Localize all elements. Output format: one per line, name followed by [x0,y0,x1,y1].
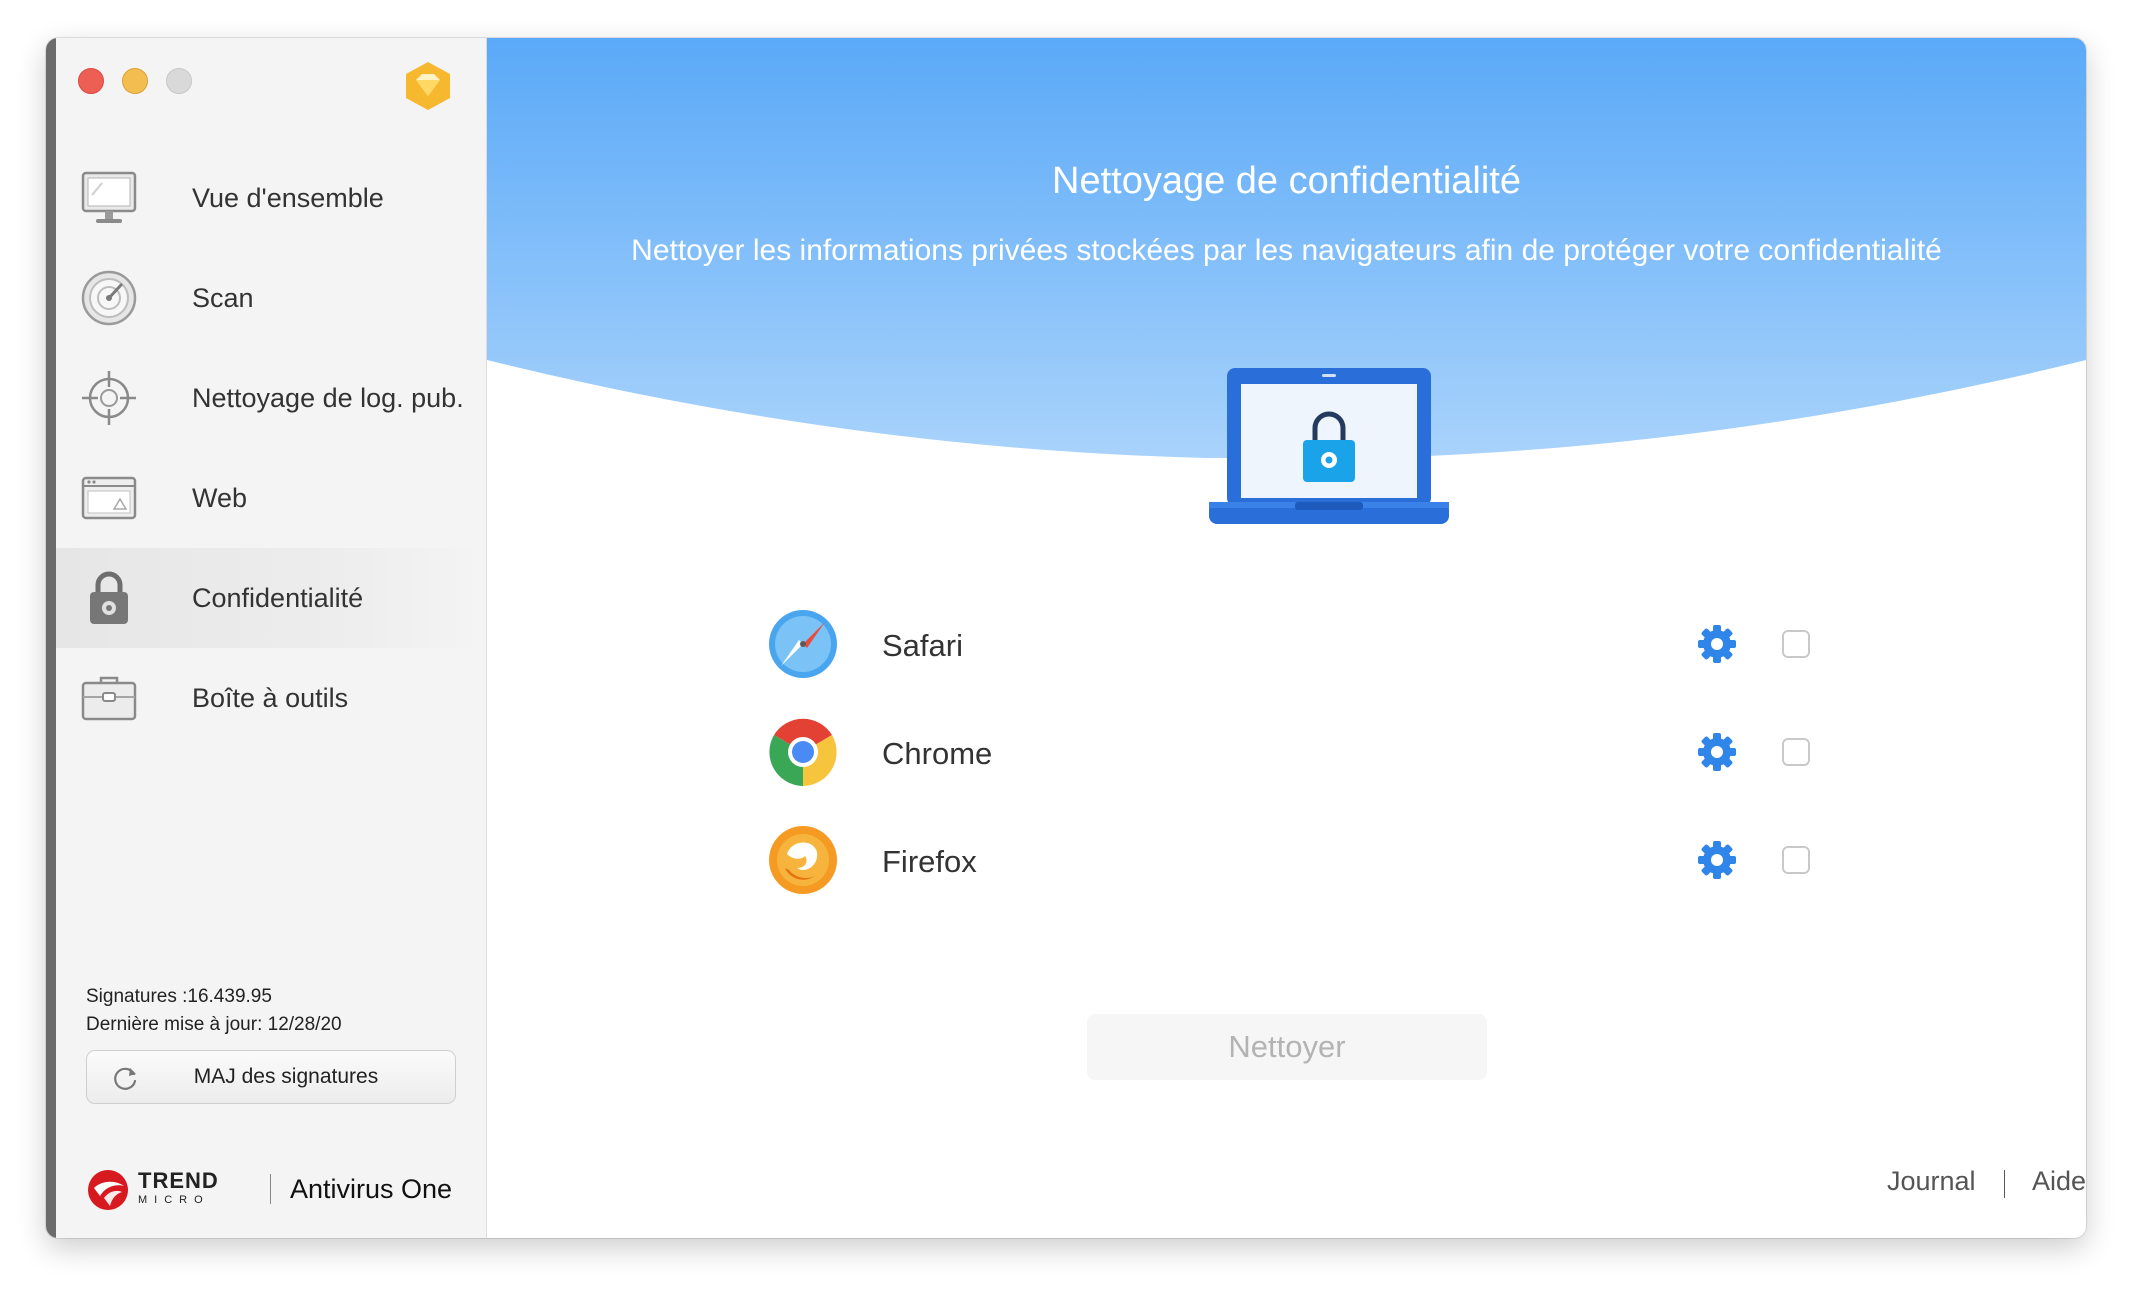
brand-divider [270,1174,271,1204]
sidebar-item-label: Vue d'ensemble [192,182,384,213]
last-update-date: Dernière mise à jour: 12/28/20 [86,1014,342,1035]
browser-name: Safari [882,628,963,663]
sidebar-edge [46,38,56,1238]
browser-name: Firefox [882,844,977,879]
browser-window-icon [81,476,137,520]
product-name: Antivirus One [290,1174,453,1204]
sidebar: Vue d'ensemble Scan Nettoyage de log. pu… [46,38,487,1238]
update-signatures-button[interactable]: MAJ des signatures [86,1050,456,1104]
footer-divider [2004,1170,2005,1198]
padlock-icon [90,571,128,624]
firefox-icon [769,826,837,894]
safari-icon [769,610,837,678]
gear-icon[interactable] [1697,624,1737,664]
close-window-button[interactable] [78,68,104,94]
sidebar-item-privacy[interactable]: Confidentialité [56,548,486,648]
browser-row-safari: Safari [767,608,1810,684]
page-subtitle: Nettoyer les informations privées stocké… [631,234,1942,267]
clean-button[interactable]: Nettoyer [1087,1014,1487,1080]
journal-link[interactable]: Journal [1887,1166,1976,1197]
safari-checkbox[interactable] [1782,630,1810,658]
sidebar-item-overview[interactable]: Vue d'ensemble [56,148,486,248]
brand-footer: TREND MICRO Antivirus One [86,1164,476,1214]
browser-name: Chrome [882,736,993,771]
minimize-window-button[interactable] [122,68,148,94]
main-panel: Nettoyage de confidentialité Nettoyer le… [487,38,2086,1238]
sidebar-item-label: Confidentialité [192,582,364,613]
sidebar-item-adware-cleaner[interactable]: Nettoyage de log. pub. [56,348,486,448]
page-title: Nettoyage de confidentialité [1052,160,1521,202]
chrome-checkbox[interactable] [1782,738,1810,766]
toolbox-icon [81,676,137,721]
zoom-window-button[interactable] [166,68,192,94]
crosshair-icon [82,371,136,425]
browser-row-firefox: Firefox [767,824,1810,900]
update-signatures-label: MAJ des signatures [193,1065,379,1088]
sidebar-item-web[interactable]: Web [56,448,486,548]
help-link[interactable]: Aide [2032,1166,2086,1197]
brand-trend-text: TREND [138,1168,219,1193]
gear-icon[interactable] [1697,840,1737,880]
signature-version: Signatures :16.439.95 [86,986,272,1007]
monitor-icon [81,171,137,223]
app-window: Vue d'ensemble Scan Nettoyage de log. pu… [46,38,2086,1238]
sidebar-item-toolbox[interactable]: Boîte à outils [56,648,486,748]
sidebar-item-label: Boîte à outils [192,682,349,713]
premium-diamond-icon[interactable] [402,60,454,112]
scan-gauge-icon [81,270,137,326]
browser-row-chrome: Chrome [767,716,1810,792]
sidebar-nav: Vue d'ensemble Scan Nettoyage de log. pu… [56,148,486,748]
trend-micro-logo-icon [88,1170,128,1210]
brand-micro-text: MICRO [138,1194,210,1206]
chrome-icon [769,718,837,786]
sidebar-item-label: Web [192,482,248,513]
sidebar-item-label: Nettoyage de log. pub. [192,382,464,413]
laptop-lock-illustration [1209,368,1449,524]
firefox-checkbox[interactable] [1782,846,1810,874]
gear-icon[interactable] [1697,732,1737,772]
sidebar-item-scan[interactable]: Scan [56,248,486,348]
sidebar-item-label: Scan [192,282,254,313]
